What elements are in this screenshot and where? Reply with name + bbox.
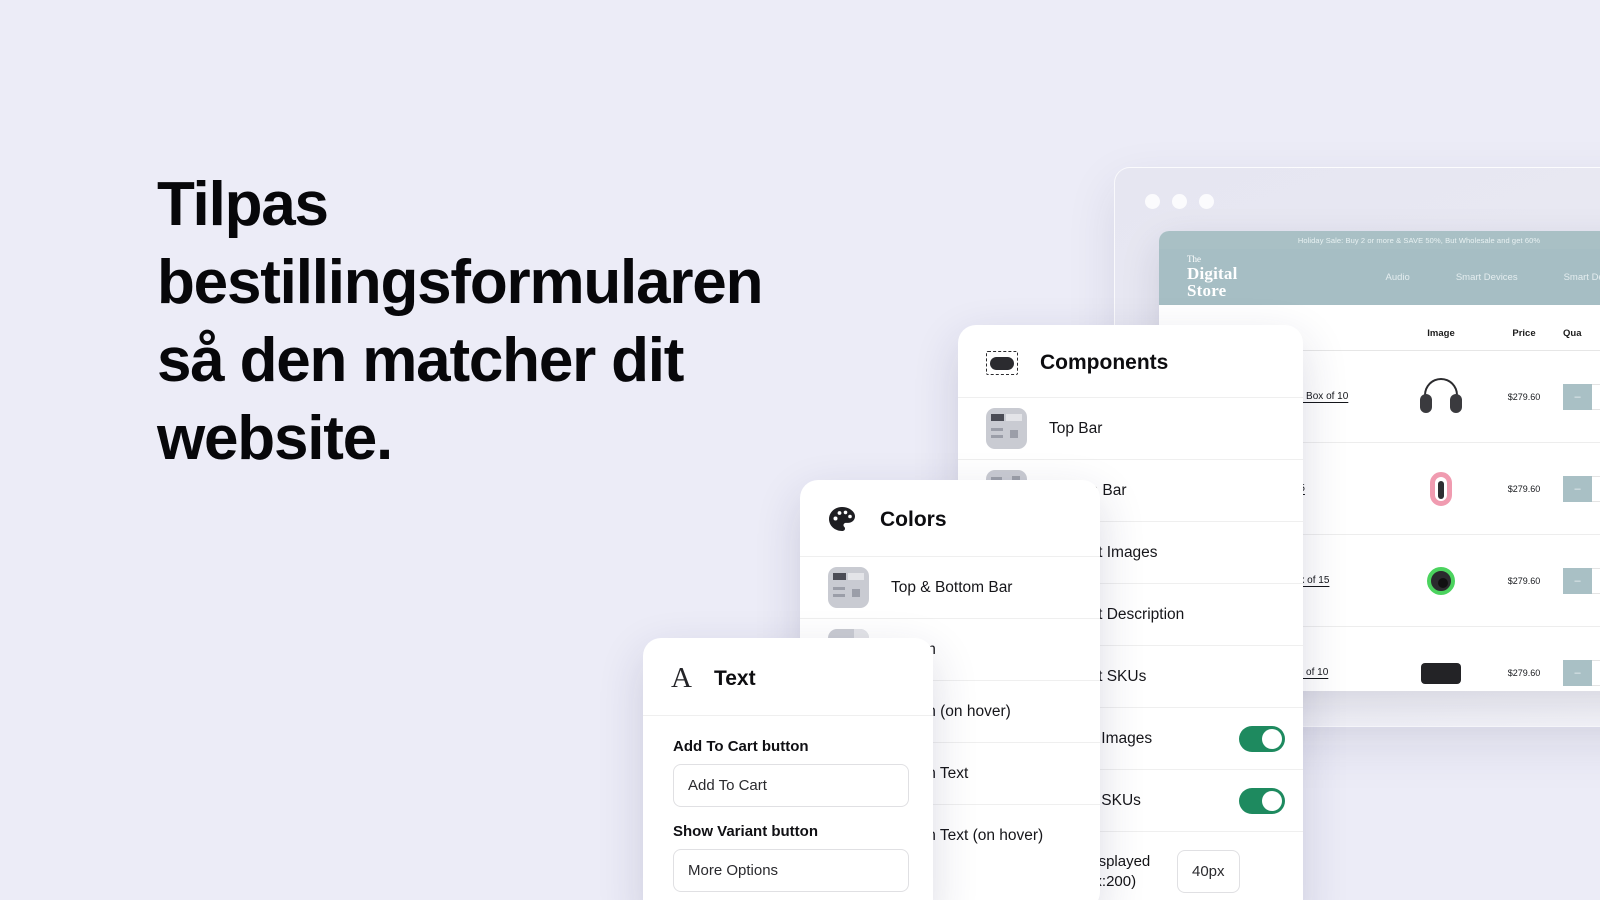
variant-skus-toggle[interactable] (1239, 787, 1285, 814)
colors-item-label: Top & Bottom Bar (891, 578, 1013, 596)
product-price: $279.60 (1507, 483, 1541, 494)
quantity-stepper[interactable]: – (1563, 567, 1600, 594)
column-header-price: Price (1512, 328, 1536, 339)
quantity-input[interactable] (1592, 567, 1600, 594)
show-variant-input[interactable]: More Options (673, 849, 909, 892)
page-title: Tilpas bestillingsformularen så den matc… (157, 170, 763, 473)
quantity-input[interactable] (1592, 383, 1600, 410)
colors-panel-header: Colors (800, 480, 1100, 556)
page-root: Tilpas bestillingsformularen så den matc… (0, 0, 1600, 900)
show-variant-label: Show Variant button (673, 823, 818, 840)
window-traffic-lights (1145, 194, 1214, 209)
text-panel-header: A Text (643, 638, 933, 715)
quantity-input[interactable] (1592, 475, 1600, 502)
quantity-stepper[interactable]: – (1563, 383, 1600, 410)
add-to-cart-input[interactable]: Add To Cart (673, 764, 909, 807)
colors-panel-title: Colors (880, 508, 947, 531)
nav-item-smart-devices-1[interactable]: Smart Devices (1456, 272, 1518, 283)
product-price: $279.60 (1507, 575, 1541, 586)
nav-item-audio[interactable]: Audio (1386, 272, 1410, 283)
logo-line-2: Store (1187, 281, 1227, 300)
components-item-label: Top Bar (1049, 419, 1103, 437)
components-panel-header: Components (958, 325, 1303, 397)
portable-speaker-image (1397, 566, 1485, 595)
text-panel-title: Text (713, 666, 756, 690)
close-icon[interactable] (1145, 194, 1160, 209)
quantity-decrease-button[interactable]: – (1563, 567, 1592, 594)
text-panel-fields: Add To Cart button Add To Cart Show Vari… (643, 715, 933, 892)
maximize-icon[interactable] (1199, 194, 1214, 209)
palette-icon (828, 506, 858, 534)
quantity-input[interactable] (1592, 660, 1600, 686)
add-to-cart-label: Add To Cart button (673, 738, 809, 755)
components-item-top-bar[interactable]: Top Bar (958, 397, 1303, 459)
colors-item-top-bottom-bar[interactable]: Top & Bottom Bar (800, 556, 1100, 618)
product-price: $279.60 (1507, 668, 1541, 678)
top-bar-thumb (986, 408, 1027, 449)
letter-a-icon: A (671, 662, 692, 694)
top-bottom-bar-thumb (828, 567, 869, 608)
quantity-decrease-button[interactable]: – (1563, 475, 1592, 502)
headphones-image (1397, 377, 1485, 416)
variant-images-toggle[interactable] (1239, 725, 1285, 752)
column-header-quantity: Qua (1563, 328, 1582, 339)
outdoor-speaker-image (1397, 662, 1485, 684)
logo-the: The (1187, 254, 1201, 264)
quantity-decrease-button[interactable]: – (1563, 660, 1592, 686)
product-price: $279.60 (1507, 391, 1541, 402)
column-header-image: Image (1427, 328, 1455, 339)
smart-band-image (1397, 471, 1485, 506)
nav-item-smart-devices-2[interactable]: Smart Devices (1564, 272, 1600, 283)
promo-banner: Holiday Sale: Buy 2 or more & SAVE 50%, … (1159, 231, 1600, 249)
minimize-icon[interactable] (1172, 194, 1187, 209)
component-pill-icon (986, 351, 1018, 375)
logo-line-1: Digital (1187, 264, 1238, 283)
store-header: The Digital Store Audio Smart Devices Sm… (1159, 249, 1600, 305)
components-panel-title: Components (1040, 351, 1169, 374)
store-logo[interactable]: The Digital Store (1187, 254, 1238, 300)
store-nav: Audio Smart Devices Smart Devices (1386, 272, 1600, 283)
text-panel: A Text Add To Cart button Add To Cart Sh… (643, 638, 933, 900)
quantity-stepper[interactable]: – (1563, 660, 1600, 686)
quantity-decrease-button[interactable]: – (1563, 383, 1592, 410)
products-per-page-input[interactable]: 40px (1177, 850, 1240, 893)
quantity-stepper[interactable]: – (1563, 475, 1600, 502)
